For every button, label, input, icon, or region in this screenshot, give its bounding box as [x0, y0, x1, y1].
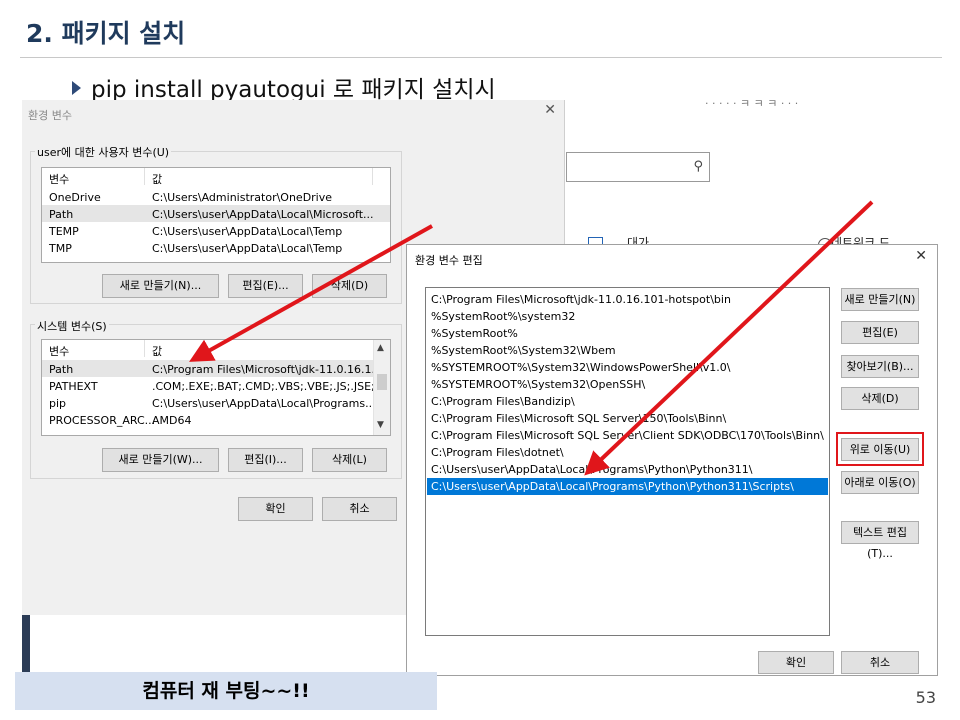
reboot-banner: 컴퓨터 재 부팅~~!! — [15, 672, 437, 710]
annotation-arrow-right — [584, 200, 874, 476]
annotation-arrows — [189, 200, 874, 476]
page-number: 53 — [915, 688, 936, 707]
annotation-arrow-left — [189, 224, 433, 362]
